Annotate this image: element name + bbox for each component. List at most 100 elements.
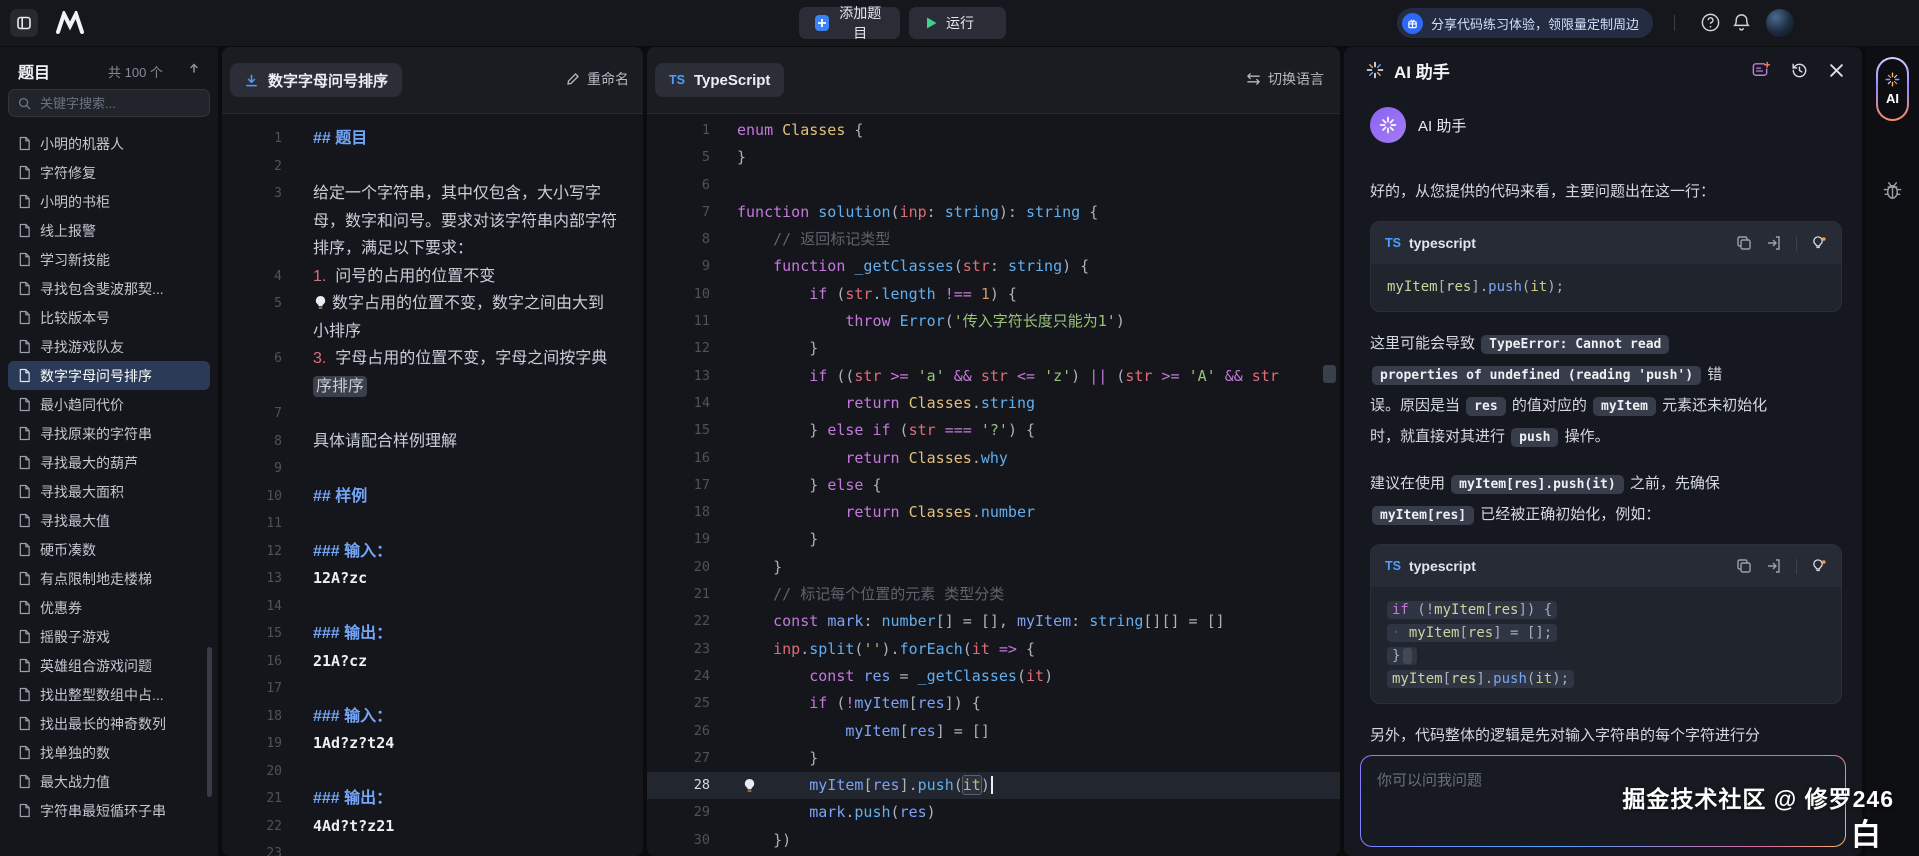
md-row[interactable]: 11 xyxy=(222,510,643,538)
search-input[interactable] xyxy=(38,95,192,112)
sidebar-item[interactable]: 寻找最大的葫芦 xyxy=(8,448,210,477)
md-row[interactable]: 20 xyxy=(222,758,643,786)
md-row[interactable]: 3给定一个字符串，其中仅包含，大小写字 xyxy=(222,180,643,208)
promo-banner[interactable]: 分享代码练习体验，领限量定制周边 xyxy=(1397,8,1653,38)
sidebar-item[interactable]: 英雄组合游戏问题 xyxy=(8,651,210,680)
insert-code-icon[interactable] xyxy=(1766,235,1782,251)
code-line[interactable]: 14 return Classes.string xyxy=(647,390,1340,417)
sidebar-item[interactable]: 找出最长的神奇数列 xyxy=(8,709,210,738)
sidebar-item[interactable]: 寻找原来的字符串 xyxy=(8,419,210,448)
code-line[interactable]: 18 return Classes.number xyxy=(647,499,1340,526)
sidebar-item[interactable]: 最小趋同代价 xyxy=(8,390,210,419)
code-line[interactable]: 24 const res = _getClasses(it) xyxy=(647,663,1340,690)
sidebar-item[interactable]: 寻找游戏队友 xyxy=(8,332,210,361)
run-button[interactable]: 运行 xyxy=(909,7,1006,39)
sidebar-item[interactable]: 硬币凑数 xyxy=(8,535,210,564)
add-problem-button[interactable]: 添加题目 xyxy=(799,7,900,39)
code-line[interactable]: 15 } else if (str === '?') { xyxy=(647,417,1340,444)
search-box[interactable] xyxy=(8,89,210,117)
chevron-up-icon[interactable] xyxy=(188,62,200,74)
md-row[interactable]: 5 数字占用的位置不变，数字之间由大到 xyxy=(222,290,643,318)
code-line[interactable]: 23 inp.split('').forEach(it => { xyxy=(647,636,1340,663)
code-line[interactable]: 29 mark.push(res) xyxy=(647,799,1340,826)
sidebar-item[interactable]: 比较版本号 xyxy=(8,303,210,332)
md-row[interactable]: 1## 题目 xyxy=(222,125,643,153)
code-line[interactable]: 12 } xyxy=(647,335,1340,362)
sidebar-item[interactable]: 寻找最大值 xyxy=(8,506,210,535)
code-line[interactable]: 5} xyxy=(647,144,1340,171)
editor-scrollbar[interactable] xyxy=(1323,365,1336,383)
code-line[interactable]: 8 // 返回标记类型 xyxy=(647,226,1340,253)
sidebar-item[interactable]: 找单独的数 xyxy=(8,738,210,767)
language-tab[interactable]: TS TypeScript xyxy=(655,63,784,97)
sidebar-item[interactable]: 字符串最短循环子串 xyxy=(8,796,210,825)
md-row[interactable]: 8具体请配合样例理解 xyxy=(222,428,643,456)
copy-icon[interactable] xyxy=(1736,558,1752,574)
sidebar-item[interactable]: 字符修复 xyxy=(8,158,210,187)
ai-rail-button[interactable]: AI xyxy=(1876,57,1909,121)
md-row[interactable]: 1312A?zc xyxy=(222,565,643,593)
md-row[interactable]: 21### 输出： xyxy=(222,785,643,813)
switch-language-button[interactable]: 切换语言 xyxy=(1246,69,1324,89)
history-icon[interactable] xyxy=(1790,61,1809,80)
md-row[interactable]: 15### 输出： xyxy=(222,620,643,648)
md-row[interactable]: 191Ad?z?t24 xyxy=(222,730,643,758)
apply-suggestion-icon[interactable] xyxy=(1811,235,1827,251)
md-row[interactable]: 9 xyxy=(222,455,643,483)
insert-code-icon[interactable] xyxy=(1766,558,1782,574)
md-row[interactable]: 2 xyxy=(222,153,643,181)
code-line[interactable]: 28 myItem[res].push(it) xyxy=(647,772,1340,799)
user-avatar[interactable] xyxy=(1766,9,1794,37)
code-line[interactable]: 27 } xyxy=(647,745,1340,772)
sidebar-item[interactable]: 摇骰子游戏 xyxy=(8,622,210,651)
problem-tab[interactable]: 数字字母问号排序 xyxy=(230,63,402,97)
new-chat-icon[interactable] xyxy=(1751,61,1770,79)
apply-suggestion-icon[interactable] xyxy=(1811,558,1827,574)
help-icon[interactable] xyxy=(1700,12,1721,33)
code-line[interactable]: 21 // 标记每个位置的元素 类型分类 xyxy=(647,581,1340,608)
rename-button[interactable]: 重命名 xyxy=(566,69,629,89)
sidebar-item[interactable]: 小明的书柜 xyxy=(8,187,210,216)
md-row[interactable]: 10## 样例 xyxy=(222,483,643,511)
bug-icon[interactable] xyxy=(1881,179,1904,202)
code-line[interactable]: 25 if (!myItem[res]) { xyxy=(647,690,1340,717)
bell-icon[interactable] xyxy=(1731,12,1752,33)
md-row[interactable]: 排序，满足以下要求： xyxy=(222,235,643,263)
code-line[interactable]: 9 function _getClasses(str: string) { xyxy=(647,253,1340,280)
close-icon[interactable] xyxy=(1829,63,1844,78)
md-row[interactable]: 18### 输入： xyxy=(222,703,643,731)
markdown-editor[interactable]: 1## 题目23给定一个字符串，其中仅包含，大小写字母，数字和问号。要求对该字符… xyxy=(222,113,643,856)
md-row[interactable]: 63. 字母占用的位置不变，字母之间按字典 xyxy=(222,345,643,373)
code-line[interactable]: 22 const mark: number[] = [], myItem: st… xyxy=(647,608,1340,635)
sidebar-item[interactable]: 数字字母问号排序 xyxy=(8,361,210,390)
code-line[interactable]: 30 }) xyxy=(647,827,1340,854)
panel-toggle-button[interactable] xyxy=(10,9,38,37)
md-row[interactable]: 224Ad?t?z21 xyxy=(222,813,643,841)
md-row[interactable]: 7 xyxy=(222,400,643,428)
md-row[interactable]: 1621A?cz xyxy=(222,648,643,676)
md-row[interactable]: 小排序 xyxy=(222,318,643,346)
code-line[interactable]: 20 } xyxy=(647,554,1340,581)
sidebar-scrollbar[interactable] xyxy=(207,647,212,797)
sidebar-item[interactable]: 小明的机器人 xyxy=(8,135,210,158)
copy-icon[interactable] xyxy=(1736,235,1752,251)
code-line[interactable]: 7function solution(inp: string): string … xyxy=(647,199,1340,226)
code-line[interactable]: 26 myItem[res] = [] xyxy=(647,718,1340,745)
sidebar-item[interactable]: 优惠券 xyxy=(8,593,210,622)
sidebar-item[interactable]: 寻找最大面积 xyxy=(8,477,210,506)
sidebar-item[interactable]: 线上报警 xyxy=(8,216,210,245)
code-line[interactable]: 11 throw Error('传入字符长度只能为1') xyxy=(647,308,1340,335)
md-row[interactable]: 23 xyxy=(222,840,643,856)
sidebar-item[interactable]: 学习新技能 xyxy=(8,245,210,274)
code-line[interactable]: 19 } xyxy=(647,526,1340,553)
sidebar-item[interactable]: 最大战力值 xyxy=(8,767,210,796)
code-line[interactable]: 16 return Classes.why xyxy=(647,445,1340,472)
code-line[interactable]: 17 } else { xyxy=(647,472,1340,499)
sidebar-item[interactable]: 找出整型数组中占... xyxy=(8,680,210,709)
code-line[interactable]: 6 xyxy=(647,172,1340,199)
sidebar-item[interactable]: 有点限制地走楼梯 xyxy=(8,564,210,593)
sidebar-item[interactable]: 寻找包含斐波那契... xyxy=(8,274,210,303)
md-row[interactable]: 12### 输入： xyxy=(222,538,643,566)
md-row[interactable]: 序排序 xyxy=(222,373,643,401)
code-line[interactable]: 10 if (str.length !== 1) { xyxy=(647,281,1340,308)
